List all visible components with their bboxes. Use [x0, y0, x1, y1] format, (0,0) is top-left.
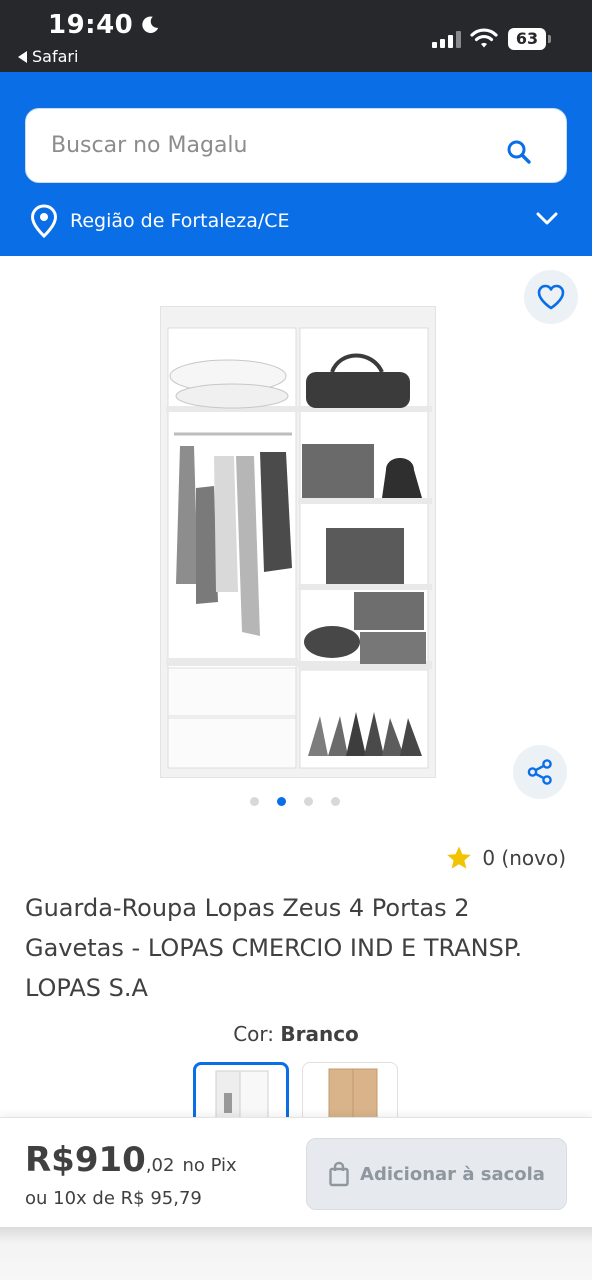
add-to-bag-button[interactable]: Adicionar à sacola [306, 1138, 567, 1210]
product-title: Guarda-Roupa Lopas Zeus 4 Portas 2 Gavet… [25, 894, 523, 1002]
carousel-dot[interactable] [277, 797, 286, 806]
browser-bottom-strip [0, 1227, 592, 1280]
search-input[interactable]: Buscar no Magalu [25, 108, 567, 183]
share-icon [527, 759, 552, 785]
price-main: R$910 [25, 1140, 146, 1180]
header: Buscar no Magalu Região de Fortaleza/CE [0, 72, 592, 256]
price: R$910 ,02 no Pix [25, 1140, 237, 1180]
signal-icon [432, 30, 461, 48]
star-icon [447, 846, 472, 869]
color-selector-label: Cor: Branco [0, 1022, 592, 1046]
carousel-dot[interactable] [331, 797, 340, 806]
price-suffix: no Pix [182, 1155, 237, 1176]
purchase-bar: R$910 ,02 no Pix ou 10x de R$ 95,79 Adic… [0, 1117, 592, 1227]
location-pin-icon [30, 204, 58, 238]
back-app-label: Safari [32, 47, 79, 66]
back-to-app-link[interactable]: Safari [18, 47, 78, 66]
swatch-alternate-thumb [328, 1068, 378, 1125]
rating-text: 0 (novo) [482, 846, 566, 870]
favorite-button[interactable] [524, 270, 578, 324]
shopping-bag-icon [329, 1161, 349, 1187]
wifi-icon [470, 28, 498, 48]
color-label: Cor: [233, 1022, 274, 1046]
add-to-bag-label: Adicionar à sacola [360, 1163, 545, 1185]
search-placeholder: Buscar no Magalu [51, 133, 248, 158]
product-image[interactable] [160, 306, 436, 778]
color-value: Branco [280, 1022, 359, 1046]
swatch-branco-thumb [215, 1070, 269, 1123]
price-cents: ,02 [145, 1155, 175, 1176]
status-bar: 19:40 Safari 63 [0, 0, 592, 72]
battery-tip [548, 35, 551, 43]
moon-icon [142, 16, 159, 33]
status-time: 19:40 [48, 10, 161, 40]
product-rating[interactable]: 0 (novo) [446, 845, 566, 871]
share-button[interactable] [513, 745, 567, 799]
carousel-dot[interactable] [250, 797, 259, 806]
battery-indicator: 63 [508, 28, 546, 50]
region-selector[interactable]: Região de Fortaleza/CE [30, 204, 290, 238]
back-arrow-icon [18, 50, 27, 63]
time-text: 19:40 [48, 10, 134, 40]
installments-text: ou 10x de R$ 95,79 [25, 1188, 202, 1209]
region-label: Região de Fortaleza/CE [70, 210, 290, 232]
carousel-dots [250, 797, 340, 806]
search-icon[interactable] [506, 139, 532, 165]
carousel-dot[interactable] [304, 797, 313, 806]
heart-icon [537, 284, 565, 310]
chevron-down-icon[interactable] [536, 212, 558, 226]
